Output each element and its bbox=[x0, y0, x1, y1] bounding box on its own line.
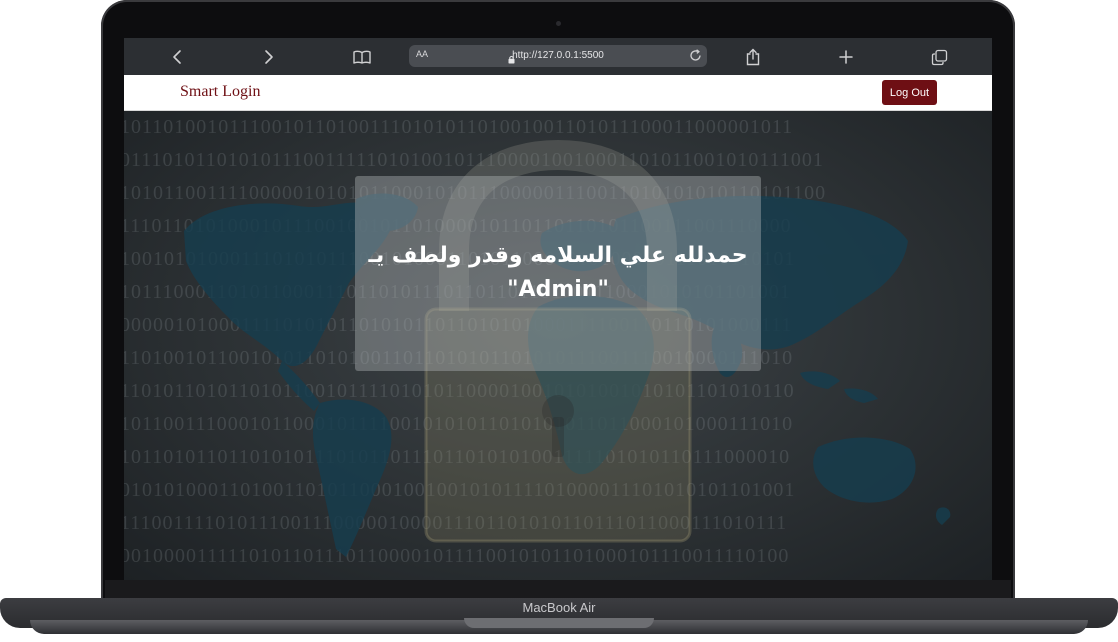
log-out-button[interactable]: Log Out bbox=[882, 80, 937, 105]
welcome-card: حمدلله علي السلامه وقدر ولطف يـ "Admin" bbox=[355, 176, 761, 371]
plus-icon[interactable] bbox=[836, 47, 856, 67]
welcome-message: حمدلله علي السلامه وقدر ولطف يـ "Admin" bbox=[355, 239, 761, 307]
tabs-icon[interactable] bbox=[929, 47, 949, 67]
trackpad-notch bbox=[464, 618, 654, 628]
book-icon[interactable] bbox=[352, 47, 372, 67]
url-text: http://127.0.0.1:5500 bbox=[512, 50, 604, 61]
camera-icon bbox=[556, 21, 561, 26]
browser-toolbar: AA http://127.0.0.1:5500 bbox=[124, 38, 992, 76]
site-brand-link[interactable]: Smart Login bbox=[180, 83, 260, 101]
back-icon[interactable] bbox=[167, 47, 187, 67]
hero-section: 1011010010111001011010011101010110100100… bbox=[124, 111, 992, 580]
screen-bezel bbox=[105, 580, 1011, 598]
forward-icon[interactable] bbox=[259, 47, 279, 67]
reload-icon[interactable] bbox=[689, 49, 702, 67]
address-bar[interactable]: AA http://127.0.0.1:5500 bbox=[409, 45, 707, 67]
device-brand-label: MacBook Air bbox=[522, 600, 596, 615]
welcome-message-line1: حمدلله علي السلامه وقدر ولطف يـ bbox=[368, 243, 748, 268]
share-icon[interactable] bbox=[743, 47, 763, 67]
site-navbar: Smart Login Log Out bbox=[124, 75, 992, 111]
welcome-message-username: "Admin" bbox=[507, 277, 609, 302]
screen: AA http://127.0.0.1:5500 Smart Login Log… bbox=[124, 38, 992, 580]
